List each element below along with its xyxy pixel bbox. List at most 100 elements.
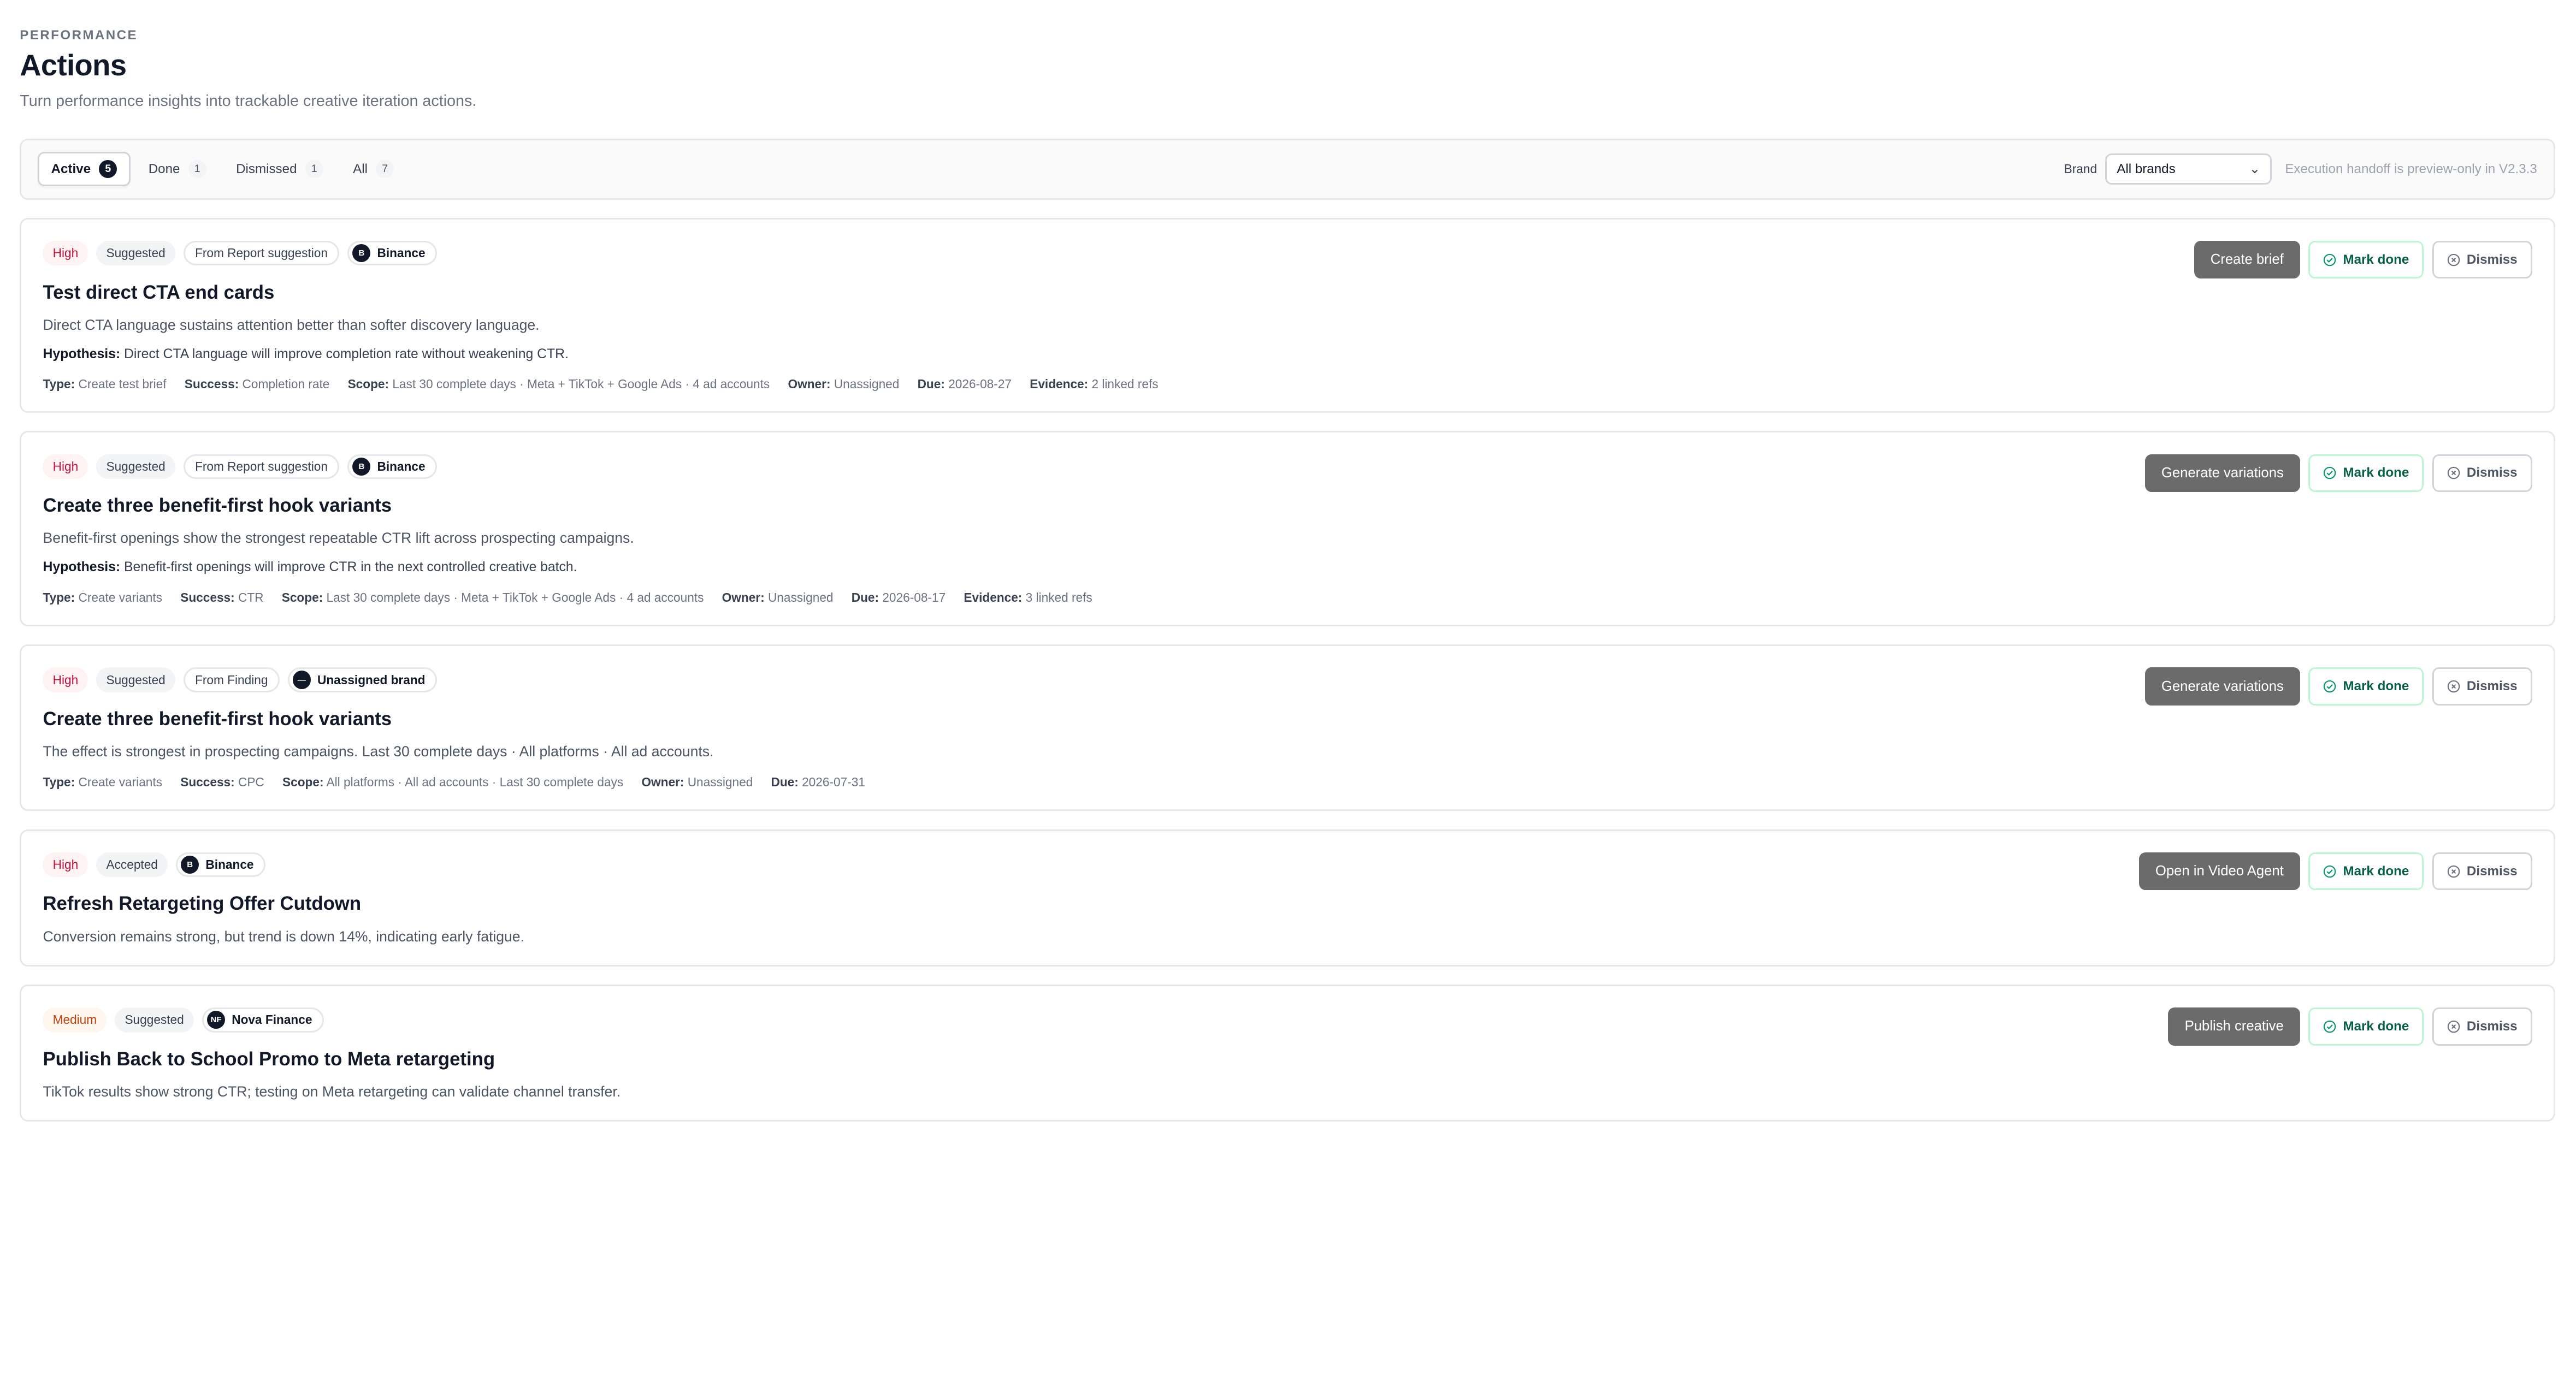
brand-filter-label: Brand: [2064, 162, 2098, 176]
action-meta: Type: Create test brief Success: Complet…: [43, 377, 2532, 392]
brand-badge: B Binance: [176, 852, 265, 878]
generate-variations-button[interactable]: Generate variations: [2144, 454, 2300, 493]
meta-type: Type: Create variants: [43, 775, 163, 790]
status-badge: Suggested: [96, 454, 175, 479]
mark-done-button[interactable]: Mark done: [2308, 667, 2424, 706]
actions-page: PERFORMANCE Actions Turn performance ins…: [0, 28, 2575, 1122]
meta-due: Due: 2026-08-17: [851, 590, 946, 604]
mark-done-button[interactable]: Mark done: [2308, 852, 2424, 891]
meta-scope: Scope: Last 30 complete days · Meta + Ti…: [281, 590, 704, 604]
brand-name: Binance: [205, 857, 254, 872]
tab-active[interactable]: Active 5: [38, 151, 131, 187]
mark-done-button[interactable]: Mark done: [2308, 241, 2424, 279]
dismiss-button[interactable]: Dismiss: [2432, 1007, 2532, 1046]
meta-success: Success: CTR: [180, 590, 264, 604]
mark-done-label: Mark done: [2343, 465, 2409, 481]
page-title: Actions: [20, 49, 127, 82]
check-circle-icon: [2324, 467, 2336, 479]
dismiss-button[interactable]: Dismiss: [2432, 852, 2532, 891]
mark-done-button[interactable]: Mark done: [2308, 454, 2424, 493]
dismiss-button[interactable]: Dismiss: [2432, 241, 2532, 279]
action-hypothesis: Hypothesis: Direct CTA language will imp…: [43, 347, 2532, 362]
tab-count: 5: [99, 160, 117, 179]
brand-badge: NF Nova Finance: [202, 1007, 324, 1033]
status-badge: Suggested: [115, 1007, 194, 1033]
x-circle-icon: [2447, 253, 2460, 266]
tab-dismissed[interactable]: Dismissed 1: [224, 153, 335, 185]
action-description: TikTok results show strong CTR; testing …: [43, 1083, 621, 1100]
hypothesis-text: Benefit-first openings will improve CTR …: [124, 560, 577, 575]
card-actions: Open in Video Agent Mark done Dismiss: [2138, 852, 2532, 891]
brand-name: Nova Finance: [232, 1012, 312, 1027]
action-card: Open in Video Agent Mark done Dismiss Hi…: [20, 829, 2555, 967]
card-tags: Medium Suggested NF Nova Finance: [43, 1007, 2532, 1033]
card-actions: Generate variations Mark done Dismiss: [2144, 667, 2532, 706]
mark-done-button[interactable]: Mark done: [2308, 1007, 2424, 1046]
dismiss-button[interactable]: Dismiss: [2432, 667, 2532, 706]
brand-select[interactable]: All brands ⌄: [2105, 153, 2272, 185]
brand-name: Unassigned brand: [317, 672, 426, 687]
tab-all[interactable]: All 7: [341, 153, 405, 185]
status-badge: Suggested: [96, 667, 175, 692]
brand-name: Binance: [377, 246, 426, 260]
brand-avatar: NF: [206, 1011, 226, 1029]
check-circle-icon: [2324, 1020, 2336, 1033]
meta-type: Type: Create test brief: [43, 376, 167, 391]
hypothesis-label: Hypothesis:: [43, 560, 121, 575]
card-actions: Create brief Mark done Dismiss: [2194, 241, 2532, 279]
brand-avatar: B: [352, 244, 371, 263]
meta-evidence: Evidence: 2 linked refs: [1030, 376, 1159, 391]
dismiss-label: Dismiss: [2466, 863, 2518, 879]
brand-avatar: —: [292, 671, 311, 689]
generate-variations-button[interactable]: Generate variations: [2144, 667, 2300, 706]
action-card: Publish creative Mark done Dismiss Mediu…: [20, 984, 2555, 1122]
priority-badge: Medium: [43, 1007, 107, 1033]
action-title: Create three benefit-first hook variants: [43, 495, 392, 517]
action-title: Create three benefit-first hook variants: [43, 708, 392, 730]
meta-owner: Owner: Unassigned: [788, 376, 900, 391]
status-badge: Accepted: [96, 852, 168, 878]
tab-label: Done: [148, 161, 180, 176]
publish-creative-button[interactable]: Publish creative: [2168, 1007, 2300, 1046]
action-hypothesis: Hypothesis: Benefit-first openings will …: [43, 560, 2532, 575]
dismiss-label: Dismiss: [2466, 465, 2518, 481]
create-brief-button[interactable]: Create brief: [2194, 241, 2300, 279]
mark-done-label: Mark done: [2343, 252, 2409, 267]
source-badge: From Finding: [183, 667, 280, 692]
brand-name: Binance: [377, 459, 426, 473]
action-card: Generate variations Mark done Dismiss Hi…: [20, 431, 2555, 626]
source-badge: From Report suggestion: [183, 454, 340, 479]
meta-scope: Scope: Last 30 complete days · Meta + Ti…: [347, 376, 770, 391]
meta-due: Due: 2026-08-27: [917, 376, 1012, 391]
priority-badge: High: [43, 852, 88, 878]
action-description: The effect is strongest in prospecting c…: [43, 743, 714, 760]
hypothesis-label: Hypothesis:: [43, 346, 121, 361]
dismiss-label: Dismiss: [2466, 1018, 2518, 1034]
action-description: Conversion remains strong, but trend is …: [43, 928, 524, 945]
meta-success: Success: Completion rate: [184, 376, 330, 391]
tab-count: 1: [188, 160, 206, 179]
priority-badge: High: [43, 241, 88, 266]
check-circle-icon: [2324, 253, 2336, 266]
action-description: Direct CTA language sustains attention b…: [43, 316, 540, 333]
dismiss-button[interactable]: Dismiss: [2432, 454, 2532, 493]
priority-badge: High: [43, 454, 88, 479]
action-meta: Type: Create variants Success: CPC Scope…: [43, 775, 2532, 790]
action-card: Create brief Mark done Dismiss High Sugg…: [20, 217, 2555, 413]
mark-done-label: Mark done: [2343, 863, 2409, 879]
tab-label: Dismissed: [236, 161, 297, 176]
brand-badge: B Binance: [347, 241, 437, 266]
dismiss-label: Dismiss: [2466, 252, 2518, 267]
brand-badge: B Binance: [347, 454, 437, 479]
meta-owner: Owner: Unassigned: [641, 775, 753, 790]
tab-count: 7: [376, 160, 394, 179]
mark-done-label: Mark done: [2343, 679, 2409, 694]
check-circle-icon: [2324, 680, 2336, 693]
open-in-video-agent-button[interactable]: Open in Video Agent: [2138, 852, 2300, 891]
tab-done[interactable]: Done 1: [137, 153, 218, 185]
hypothesis-text: Direct CTA language will improve complet…: [124, 346, 569, 361]
action-title: Test direct CTA end cards: [43, 282, 275, 303]
x-circle-icon: [2447, 1020, 2460, 1033]
meta-type: Type: Create variants: [43, 590, 163, 604]
brand-avatar: B: [181, 855, 199, 874]
